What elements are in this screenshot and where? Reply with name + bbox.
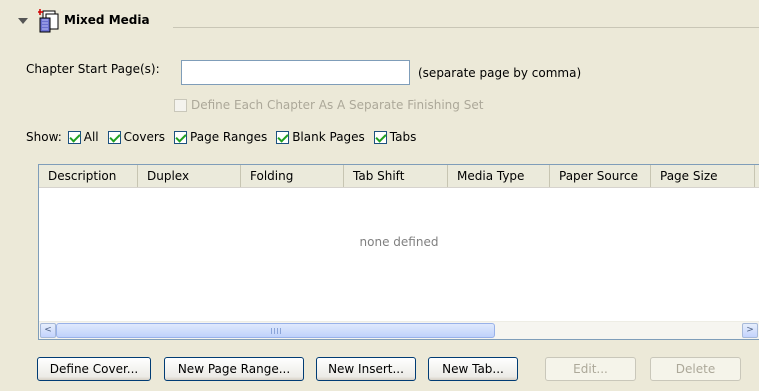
delete-button[interactable]: Delete [650, 357, 741, 381]
new-tab-button[interactable]: New Tab... [428, 357, 518, 381]
checkbox-all-label[interactable]: All [84, 130, 99, 144]
column-header-media-type[interactable]: Media Type [448, 165, 550, 187]
chapter-hint: (separate page by comma) [418, 66, 582, 80]
column-header-tab-shift[interactable]: Tab Shift [344, 165, 448, 187]
section-title: Mixed Media [64, 13, 150, 27]
new-page-range-button[interactable]: New Page Range... [164, 357, 304, 381]
checkbox-page-ranges-label[interactable]: Page Ranges [190, 130, 267, 144]
column-header-description[interactable]: Description [39, 165, 138, 187]
show-all-checkbox[interactable]: All [67, 130, 99, 144]
finishing-set-label: Define Each Chapter As A Separate Finish… [191, 98, 484, 112]
checkbox-tabs[interactable] [373, 130, 387, 144]
checkbox-blank-pages-label[interactable]: Blank Pages [292, 130, 365, 144]
scroll-right-arrow-icon[interactable]: > [742, 323, 758, 338]
empty-table-message: none defined [359, 235, 439, 249]
mixed-media-table[interactable]: Description Duplex Folding Tab Shift Med… [38, 164, 759, 340]
column-header-page-size[interactable]: Page Size [651, 165, 755, 187]
scrollbar-grip-icon [271, 328, 281, 334]
define-cover-button[interactable]: Define Cover... [37, 357, 151, 381]
chapter-start-pages-input[interactable] [181, 60, 410, 85]
column-header-paper-source[interactable]: Paper Source [550, 165, 651, 187]
checkbox-all[interactable] [67, 130, 81, 144]
horizontal-scrollbar[interactable]: < > [39, 321, 759, 339]
show-tabs-checkbox[interactable]: Tabs [373, 130, 417, 144]
column-header-folding[interactable]: Folding [241, 165, 344, 187]
finishing-set-checkbox [174, 98, 187, 112]
scrollbar-thumb[interactable] [56, 323, 495, 338]
chapter-start-label-text: Chapter Start Page(s): [26, 62, 160, 76]
mixed-media-section-header[interactable]: Mixed Media [18, 8, 150, 33]
section-divider [173, 27, 759, 28]
new-insert-button[interactable]: New Insert... [316, 357, 416, 381]
checkbox-blank-pages[interactable] [276, 130, 290, 144]
show-covers-checkbox[interactable]: Covers [107, 130, 165, 144]
chapter-start-label: Chapter Start Page(s): [26, 62, 160, 76]
show-filter-row: Show: All Covers Page Ranges Blank Pages… [26, 130, 425, 144]
checkbox-page-ranges[interactable] [174, 130, 188, 144]
finishing-set-checkbox-row: Define Each Chapter As A Separate Finish… [174, 98, 483, 112]
table-header: Description Duplex Folding Tab Shift Med… [39, 165, 759, 188]
checkbox-tabs-label[interactable]: Tabs [390, 130, 417, 144]
show-blank-pages-checkbox[interactable]: Blank Pages [276, 130, 365, 144]
edit-button[interactable]: Edit... [545, 357, 636, 381]
collapse-chevron-icon[interactable] [18, 18, 28, 24]
mixed-media-icon [37, 9, 60, 33]
show-label: Show: [26, 130, 62, 144]
scroll-left-arrow-icon[interactable]: < [40, 323, 56, 338]
checkbox-covers-label[interactable]: Covers [124, 130, 165, 144]
show-page-ranges-checkbox[interactable]: Page Ranges [174, 130, 267, 144]
column-header-duplex[interactable]: Duplex [138, 165, 241, 187]
checkbox-covers[interactable] [107, 130, 121, 144]
